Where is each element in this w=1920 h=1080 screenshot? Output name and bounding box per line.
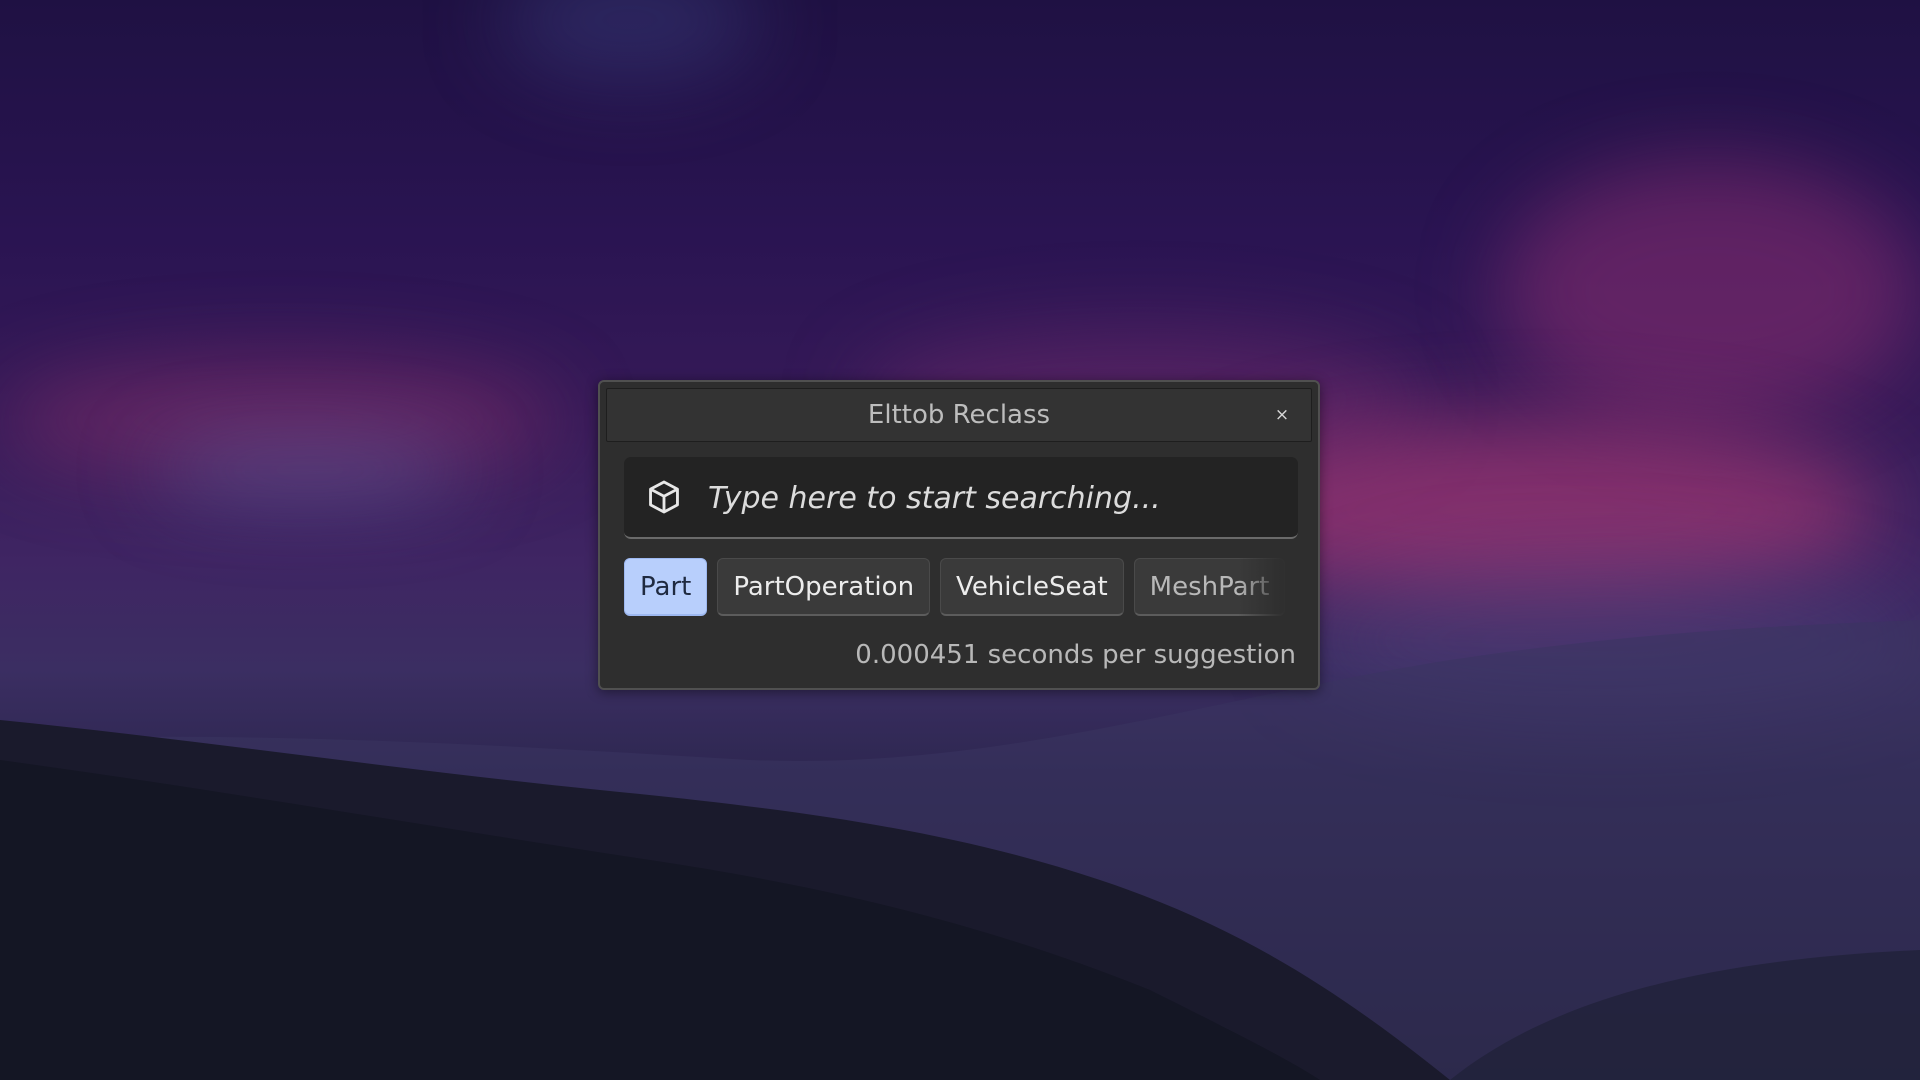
suggestion-list: PartPartOperationVehicleSeatMeshPartC — [624, 558, 1298, 618]
reclass-dialog: Elttob Reclass × PartPartOperationVehicl… — [598, 380, 1320, 690]
search-box[interactable] — [624, 457, 1298, 539]
suggestion-chip-overflow[interactable]: C — [1295, 558, 1298, 616]
search-input[interactable] — [706, 465, 1280, 531]
close-button[interactable]: × — [1271, 404, 1293, 426]
suggestion-chip-partoperation[interactable]: PartOperation — [717, 558, 931, 616]
suggestion-chip-part[interactable]: Part — [624, 558, 708, 616]
performance-status: 0.000451 seconds per suggestion — [855, 640, 1296, 670]
dialog-title: Elttob Reclass — [867, 400, 1051, 430]
suggestion-chip-meshpart[interactable]: MeshPart — [1133, 558, 1286, 616]
suggestion-chip-vehicleseat[interactable]: VehicleSeat — [940, 558, 1124, 616]
cube-icon — [649, 480, 679, 514]
title-bar[interactable]: Elttob Reclass × — [606, 388, 1312, 442]
